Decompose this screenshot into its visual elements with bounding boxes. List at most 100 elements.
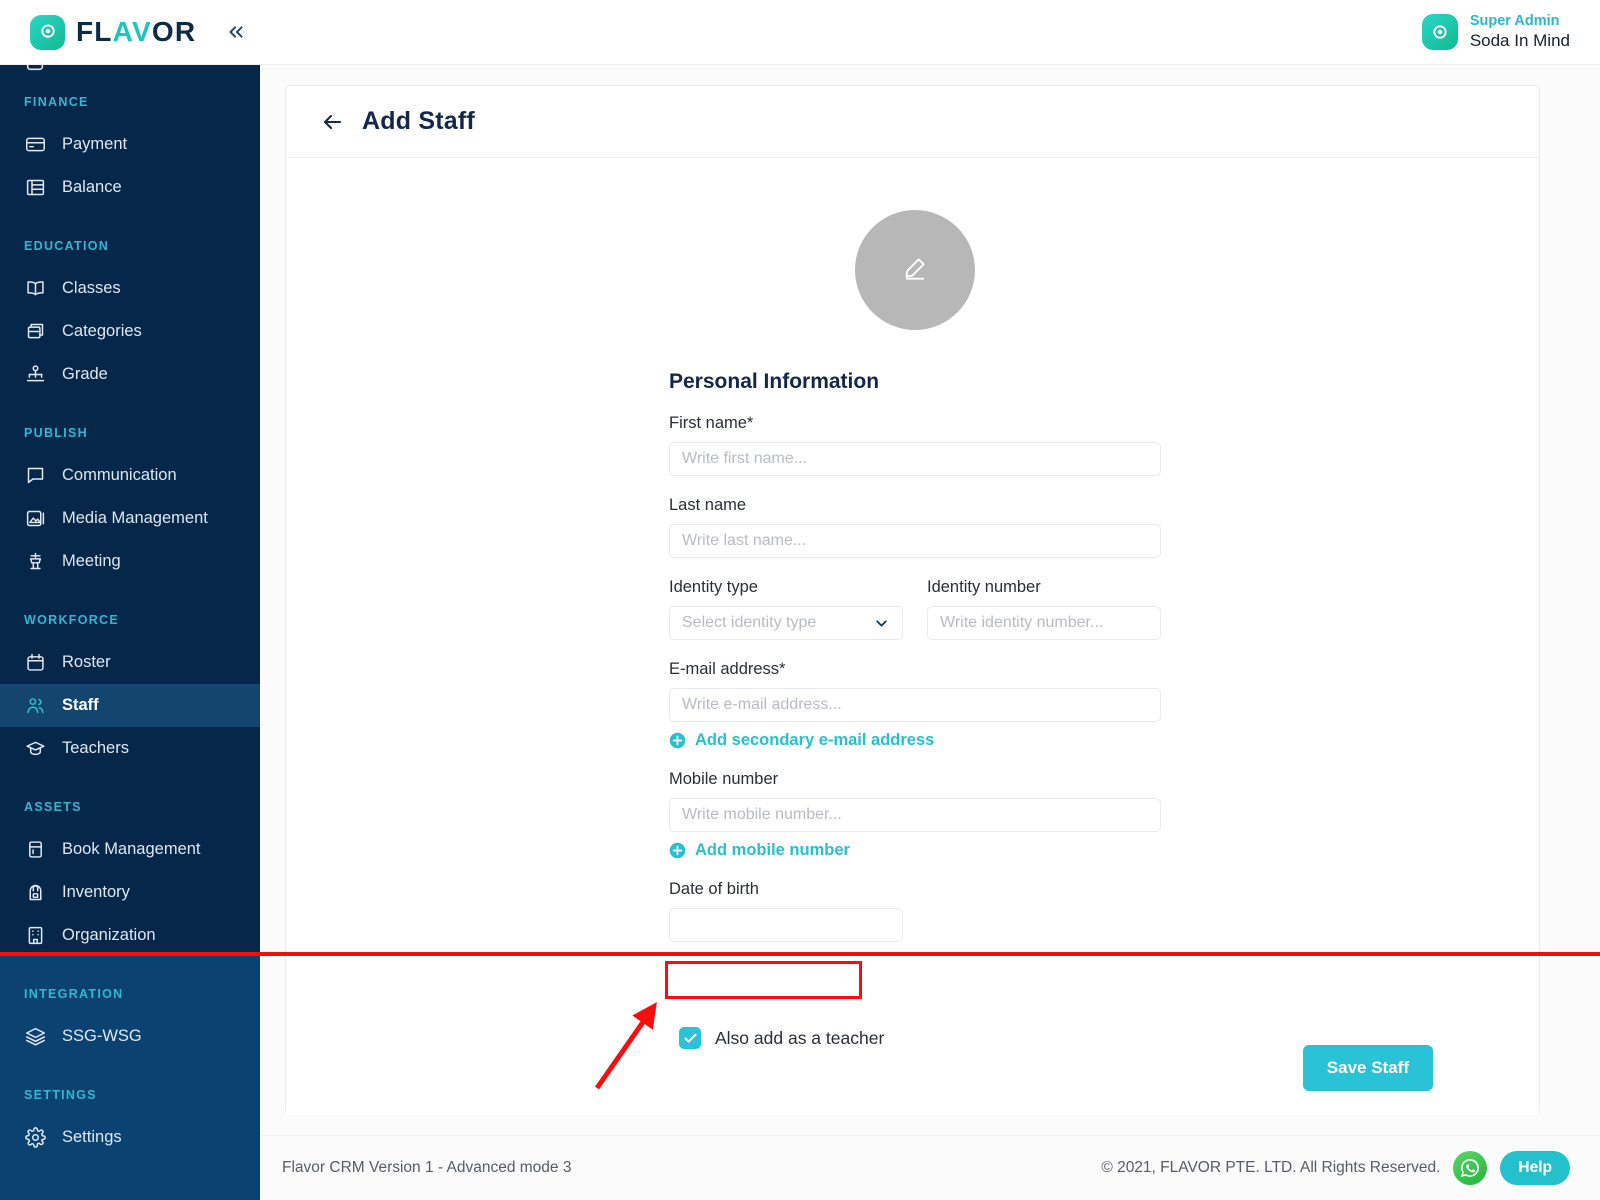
- add-staff-card: Add Staff Personal Information First nam…: [285, 85, 1540, 1115]
- brand-logo[interactable]: FLAVOR: [0, 14, 247, 50]
- identity-type-select[interactable]: Select identity type: [669, 606, 903, 640]
- add-mobile-number-link[interactable]: Add mobile number: [669, 841, 1161, 860]
- calendar-icon: [24, 652, 46, 674]
- podium-icon: [24, 551, 46, 573]
- sidebar-item-label: Organization: [62, 926, 156, 944]
- sidebar-item-label: Payment: [62, 135, 128, 153]
- chevron-down-icon: [873, 615, 890, 632]
- chat-bubble-icon: [24, 465, 46, 487]
- chevron-double-left-icon[interactable]: [225, 21, 247, 43]
- annotation-divider-line: [0, 952, 1600, 956]
- account-name: Soda In Mind: [1469, 31, 1570, 51]
- sidebar-item-label: Settings: [62, 1128, 122, 1146]
- mobile-input[interactable]: Write mobile number...: [669, 798, 1161, 832]
- sidebar-item-label: Meeting: [62, 552, 121, 570]
- save-staff-button[interactable]: Save Staff: [1302, 1045, 1433, 1091]
- sidebar-item-meeting[interactable]: Meeting: [0, 540, 260, 583]
- arrow-left-icon[interactable]: [320, 110, 344, 134]
- top-bar: FLAVOR Super Admin Soda In Mind: [0, 0, 1600, 65]
- email-label: E-mail address*: [669, 660, 786, 678]
- sidebar-item-staff[interactable]: Staff: [0, 684, 260, 727]
- brand-wordmark: FLAVOR: [76, 16, 197, 47]
- identity-number-input[interactable]: Write identity number...: [927, 606, 1161, 640]
- field-identity-number: Identity number Write identity number...: [927, 578, 1161, 640]
- sidebar-item-ssg-wsg[interactable]: SSG-WSG: [0, 1015, 260, 1058]
- check-icon: [679, 1027, 701, 1049]
- building-icon: [24, 925, 46, 947]
- boxes-icon: [24, 321, 46, 343]
- form-action-bar: Also add as a teacher Save Staff: [286, 997, 1539, 1115]
- email-input[interactable]: Write e-mail address...: [669, 688, 1161, 722]
- sidebar-item-communication[interactable]: Communication: [0, 454, 260, 497]
- sidebar-item-inventory[interactable]: Inventory: [0, 871, 260, 914]
- sidebar-item-organization[interactable]: Organization: [0, 914, 260, 957]
- sidebar-item-label: Classes: [62, 279, 121, 297]
- sidebar-section-education: EDUCATION: [24, 239, 110, 253]
- pencil-edit-icon: [901, 254, 929, 287]
- sidebar-item-book-management[interactable]: Book Management: [0, 828, 260, 871]
- sidebar-item-label: Balance: [62, 178, 122, 196]
- footer-right: © 2021, FLAVOR PTE. LTD. All Rights Rese…: [1101, 1151, 1570, 1185]
- page-title: Add Staff: [362, 107, 475, 135]
- gear-icon: [24, 1127, 46, 1149]
- help-button[interactable]: Help: [1500, 1151, 1570, 1185]
- footer: Flavor CRM Version 1 - Advanced mode 3 ©…: [260, 1135, 1600, 1200]
- sidebar-item-classes[interactable]: Classes: [0, 267, 260, 310]
- field-dob: Date of birth: [669, 880, 1161, 942]
- sidebar-item-settings[interactable]: Settings: [0, 1116, 260, 1159]
- app-root: FLAVOR Super Admin Soda In Mind FINANCE …: [0, 0, 1600, 1200]
- sidebar-section-publish: PUBLISH: [24, 426, 88, 440]
- account-text: Super Admin Soda In Mind: [1470, 12, 1570, 51]
- sidebar-item-label: Roster: [62, 653, 111, 671]
- add-mobile-number-label: Add mobile number: [695, 841, 850, 859]
- sidebar-item-label: Categories: [62, 322, 142, 340]
- mobile-label: Mobile number: [669, 770, 779, 788]
- sidebar: FINANCE Payment Balance EDUCATION Classes Cat…: [0, 65, 260, 1200]
- account-avatar-icon: [1421, 14, 1458, 50]
- avatar-upload[interactable]: [855, 210, 975, 330]
- last-name-label: Last name: [669, 496, 747, 514]
- sidebar-item-teachers[interactable]: Teachers: [0, 727, 260, 770]
- sidebar-scroll-clip: [0, 65, 260, 83]
- sidebar-section-finance: FINANCE: [24, 95, 89, 109]
- whatsapp-icon[interactable]: [1453, 1151, 1488, 1185]
- sidebar-item-label: Teachers: [62, 739, 129, 757]
- dob-label: Date of birth: [669, 880, 759, 898]
- field-last-name: Last name Write last name...: [669, 496, 1161, 558]
- sidebar-item-categories[interactable]: Categories: [0, 310, 260, 353]
- sidebar-item-payment[interactable]: Payment: [0, 123, 260, 166]
- account-menu[interactable]: Super Admin Soda In Mind: [1421, 12, 1600, 51]
- plus-circle-icon: [669, 732, 686, 749]
- dob-input[interactable]: [669, 908, 903, 942]
- field-email: E-mail address* Write e-mail address... …: [669, 660, 1161, 750]
- plus-circle-icon: [669, 842, 686, 859]
- also-add-as-teacher-checkbox[interactable]: Also add as a teacher: [669, 1021, 894, 1055]
- sidebar-item-roster[interactable]: Roster: [0, 641, 260, 684]
- sidebar-item-grade[interactable]: Grade: [0, 353, 260, 396]
- card-body: Personal Information First name* Write f…: [286, 158, 1539, 1115]
- graduation-cap-icon: [24, 738, 46, 760]
- last-name-input[interactable]: Write last name...: [669, 524, 1161, 558]
- hierarchy-icon: [24, 364, 46, 386]
- sidebar-item-label: Communication: [62, 466, 177, 484]
- sidebar-item-balance[interactable]: Balance: [0, 166, 260, 209]
- field-mobile: Mobile number Write mobile number... Add…: [669, 770, 1161, 860]
- field-identity-type: Identity type Select identity type: [669, 578, 903, 640]
- sidebar-item-label: Book Management: [62, 840, 201, 858]
- add-secondary-email-link[interactable]: Add secondary e-mail address: [669, 731, 1161, 750]
- also-add-as-teacher-label: Also add as a teacher: [715, 1027, 885, 1048]
- first-name-input[interactable]: Write first name...: [669, 442, 1161, 476]
- main-content: Add Staff Personal Information First nam…: [260, 65, 1600, 1200]
- partial-icon: [24, 65, 46, 78]
- sidebar-item-media-management[interactable]: Media Management: [0, 497, 260, 540]
